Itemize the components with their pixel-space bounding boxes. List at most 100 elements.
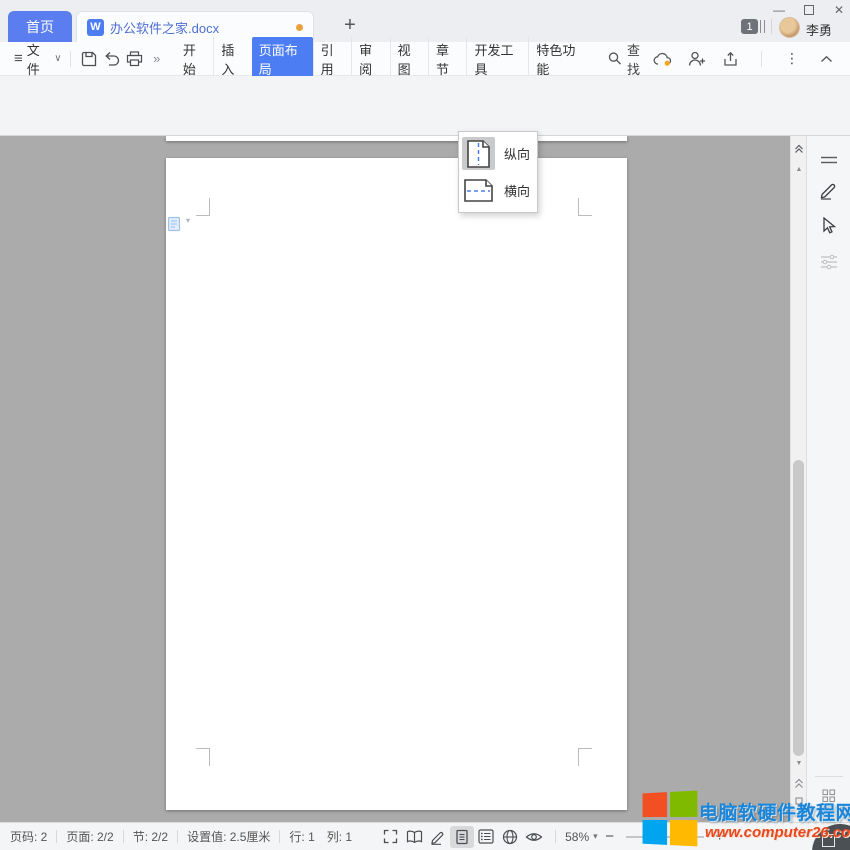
landscape-icon-box xyxy=(462,174,495,207)
invite-user-icon[interactable] xyxy=(685,47,709,71)
scroll-up-arrow[interactable]: ▲ xyxy=(791,166,807,173)
ribbon: 主题▾ 颜色▾ 字体▾ 效果▾ 页边距▾ xyxy=(0,76,850,136)
maximize-button[interactable] xyxy=(798,2,820,18)
tab-special-features[interactable]: 特色功能 xyxy=(528,37,590,81)
search-button[interactable]: 查找 xyxy=(608,40,651,78)
status-bar: 页码: 2 页面: 2/2 节: 2/2 设置值: 2.5厘米 行: 1 列: … xyxy=(0,822,850,850)
portrait-selected-box xyxy=(462,137,495,170)
menu-item-landscape[interactable]: 横向 xyxy=(462,172,534,209)
fullscreen-button[interactable] xyxy=(378,826,402,848)
tab-developer-tools[interactable]: 开发工具 xyxy=(466,37,528,81)
adjust-lines-icon[interactable] xyxy=(819,150,839,170)
file-menu[interactable]: ≡ 文件 ∨ xyxy=(14,40,62,78)
titlebar-separator xyxy=(771,19,772,34)
maximize-icon xyxy=(804,5,814,15)
tab-references[interactable]: 引用 xyxy=(313,37,351,81)
pen-annotate-icon[interactable] xyxy=(819,180,839,200)
save-button[interactable] xyxy=(79,47,101,71)
select-cursor-icon[interactable] xyxy=(819,216,839,236)
new-tab-button[interactable]: + xyxy=(338,14,362,38)
menubar-divider xyxy=(70,51,71,67)
hamburger-icon: ≡ xyxy=(14,50,23,67)
zoom-out-button[interactable]: − xyxy=(598,826,622,848)
cloud-sync-icon[interactable] xyxy=(651,47,675,71)
menu-item-portrait[interactable]: 纵向 xyxy=(462,135,534,172)
more-commands-button[interactable]: » xyxy=(146,47,168,71)
menubar-divider xyxy=(761,51,762,67)
tab-review[interactable]: 审阅 xyxy=(351,37,389,81)
portrait-label: 纵向 xyxy=(504,144,530,163)
ribbon-tabs: 开始 插入 页面布局 引用 审阅 视图 章节 开发工具 特色功能 xyxy=(176,37,590,81)
scroll-down-arrow[interactable]: ▼ xyxy=(791,760,807,767)
unsaved-dot-icon xyxy=(296,24,303,31)
minimize-button[interactable]: — xyxy=(768,2,790,18)
eye-protection-button[interactable] xyxy=(522,826,546,848)
select-browse-object-button[interactable] xyxy=(791,792,807,810)
status-separator xyxy=(279,830,280,843)
margin-mark-bottom-left xyxy=(196,748,210,766)
collapse-ribbon-icon[interactable] xyxy=(814,47,838,71)
status-separator xyxy=(177,830,178,843)
ink-edit-button[interactable] xyxy=(426,826,450,848)
wps-writer-window: 首页 W 办公软件之家.docx + — ✕ 1 李勇 ≡ 文件 ∨ xyxy=(0,0,850,850)
document-title: 办公软件之家.docx xyxy=(110,18,288,37)
more-options-icon[interactable]: ⋮ xyxy=(780,47,804,71)
status-column[interactable]: 列: 1 xyxy=(327,828,352,845)
tab-page-layout[interactable]: 页面布局 xyxy=(252,37,313,81)
status-page-number[interactable]: 页码: 2 xyxy=(10,828,47,845)
orientation-dropdown-menu: 纵向 横向 xyxy=(458,131,538,213)
document-canvas[interactable]: ▾ xyxy=(0,136,790,822)
file-menu-label: 文件 xyxy=(27,40,49,78)
search-label: 查找 xyxy=(627,40,651,78)
undo-button[interactable] xyxy=(101,47,123,71)
panel-divider xyxy=(815,776,843,777)
status-section[interactable]: 节: 2/2 xyxy=(133,828,168,845)
search-icon xyxy=(608,51,622,66)
user-avatar[interactable] xyxy=(779,17,800,38)
status-separator xyxy=(56,830,57,843)
sliders-icon[interactable] xyxy=(819,252,839,272)
menu-bar: ≡ 文件 ∨ » 开始 插入 页面布局 引用 审阅 视图 章节 开发工具 特色功… xyxy=(0,42,850,76)
window-stack-icon xyxy=(760,20,765,33)
chevron-down-icon: ∨ xyxy=(54,53,61,64)
zoom-in-button[interactable]: + xyxy=(708,826,732,848)
portrait-page-icon xyxy=(466,139,491,169)
scrollbar-thumb[interactable] xyxy=(793,460,804,756)
scrollbar-top-tool-icon[interactable] xyxy=(791,144,807,156)
caret-down-icon: ▾ xyxy=(186,216,190,225)
vertical-scrollbar[interactable]: ▲ ▼ xyxy=(790,136,806,822)
landscape-page-icon xyxy=(463,178,494,203)
close-button[interactable]: ✕ xyxy=(828,2,850,18)
zoom-level-value: 58% xyxy=(565,830,589,844)
user-name[interactable]: 李勇 xyxy=(806,20,832,39)
print-button[interactable] xyxy=(123,47,145,71)
status-page-count[interactable]: 页面: 2/2 xyxy=(66,828,113,845)
status-separator xyxy=(123,830,124,843)
outline-view-button[interactable] xyxy=(474,826,498,848)
menubar-right-tools: ⋮ xyxy=(651,47,850,71)
page-2[interactable] xyxy=(166,158,627,810)
paste-options-icon xyxy=(167,216,183,232)
apps-grid-icon[interactable] xyxy=(819,786,839,806)
window-count-badge[interactable]: 1 xyxy=(741,19,758,34)
landscape-label: 横向 xyxy=(504,181,530,200)
paste-options-button[interactable]: ▾ xyxy=(167,216,190,232)
right-tool-panel xyxy=(806,136,850,822)
tab-view[interactable]: 视图 xyxy=(390,37,428,81)
web-layout-button[interactable] xyxy=(498,826,522,848)
tab-insert[interactable]: 插入 xyxy=(213,37,251,81)
status-setting-value[interactable]: 设置值: 2.5厘米 xyxy=(187,828,270,845)
print-layout-button[interactable] xyxy=(450,826,474,848)
home-tab[interactable]: 首页 xyxy=(8,11,72,42)
zoom-level-button[interactable]: 58% ▾ xyxy=(565,830,598,844)
caret-down-icon: ▾ xyxy=(593,831,598,842)
read-mode-button[interactable] xyxy=(402,826,426,848)
margin-mark-top-right xyxy=(578,198,592,216)
tab-start[interactable]: 开始 xyxy=(176,37,213,81)
share-icon[interactable] xyxy=(719,47,743,71)
wps-writer-icon: W xyxy=(87,19,104,36)
zoom-slider[interactable] xyxy=(626,836,704,838)
status-line[interactable]: 行: 1 xyxy=(289,828,314,845)
margin-mark-top-left xyxy=(196,198,210,216)
tab-section[interactable]: 章节 xyxy=(428,37,466,81)
